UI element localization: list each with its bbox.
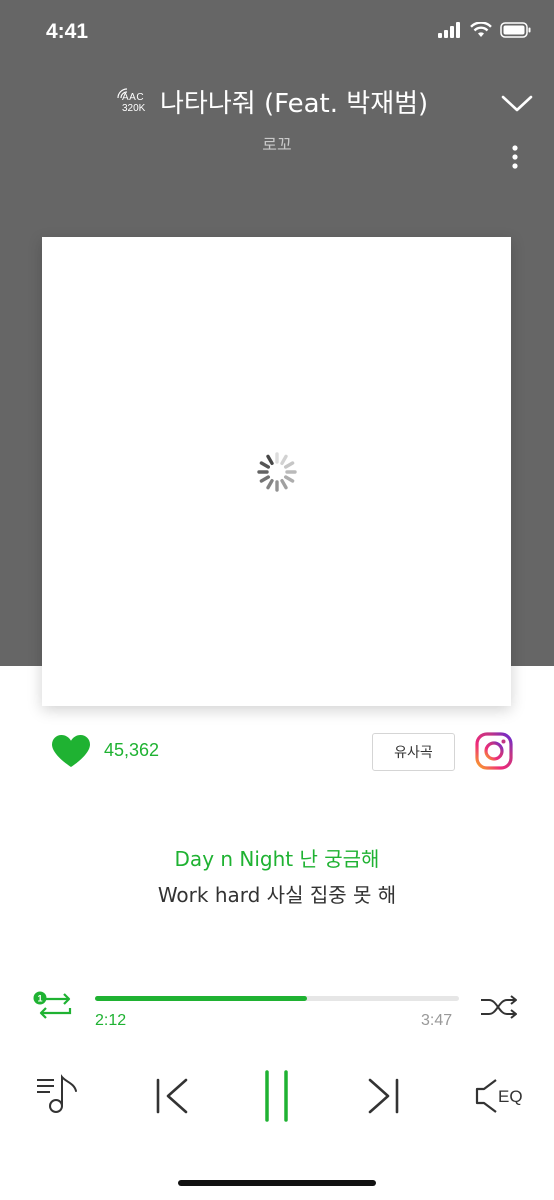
progress-bar[interactable]: [95, 996, 459, 1001]
codec-label: AAC: [122, 92, 145, 103]
elapsed-time: 2:12: [95, 1012, 127, 1029]
pause-button[interactable]: [262, 1070, 292, 1126]
like-button[interactable]: [51, 734, 91, 772]
instagram-icon: [475, 732, 513, 770]
cellular-signal-icon: [438, 22, 460, 38]
home-indicator: [178, 1180, 376, 1186]
similar-songs-button[interactable]: 유사곡: [372, 733, 455, 771]
album-art[interactable]: [42, 237, 511, 706]
playlist-music-note-icon: [37, 1074, 77, 1113]
loading-spinner-icon: [257, 452, 297, 492]
repeat-one-icon: 1: [33, 991, 72, 1019]
artist-name[interactable]: 로꼬: [0, 131, 554, 155]
shuffle-button[interactable]: [479, 994, 519, 1024]
previous-track-button[interactable]: [154, 1078, 190, 1118]
heart-icon: [52, 735, 90, 767]
next-track-button[interactable]: [366, 1078, 402, 1118]
instagram-share-button[interactable]: [475, 732, 513, 774]
more-vertical-icon: [512, 145, 518, 169]
lyric-current-line[interactable]: Day n Night 난 궁금해: [0, 843, 554, 872]
collapse-player-button[interactable]: [500, 90, 534, 116]
status-time: 4:41: [46, 20, 89, 43]
shuffle-icon: [481, 995, 517, 1019]
next-icon: [368, 1078, 399, 1114]
repeat-badge: 1: [37, 994, 42, 1004]
audio-quality-badge: AAC 320K: [116, 86, 152, 118]
eq-label: EQ: [498, 1087, 523, 1106]
bitrate-label: 320K: [122, 103, 146, 114]
progress-fill: [95, 996, 308, 1001]
chevron-down-icon: [501, 95, 533, 112]
battery-icon: [500, 22, 531, 38]
total-time: 3:47: [421, 1012, 453, 1029]
like-count: 45,362: [104, 740, 160, 760]
playlist-button[interactable]: [36, 1074, 80, 1120]
pause-icon: [265, 1070, 288, 1122]
speaker-icon: [475, 1079, 497, 1113]
more-options-button[interactable]: [505, 144, 525, 172]
status-icons: [438, 22, 532, 38]
lyric-next-line[interactable]: Work hard 사실 집중 못 해: [0, 879, 554, 908]
wifi-icon: [470, 22, 492, 37]
equalizer-button[interactable]: EQ: [474, 1078, 523, 1118]
song-title[interactable]: 나타나줘 (Feat. 박재범): [160, 83, 428, 120]
repeat-one-button[interactable]: 1: [32, 990, 76, 1026]
previous-icon: [156, 1078, 188, 1114]
